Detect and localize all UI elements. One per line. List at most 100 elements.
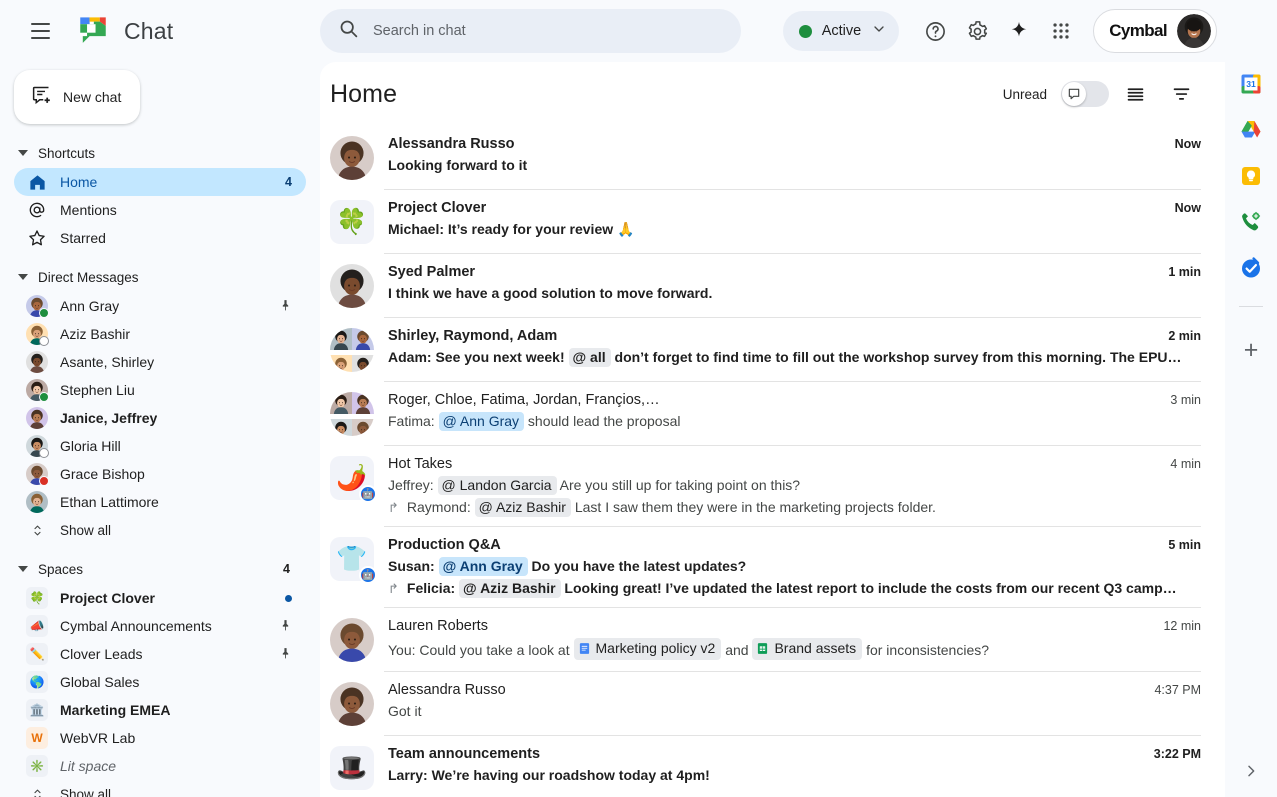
mention-chip[interactable]: @ Aziz Bashir [459, 579, 560, 598]
conversation-header: Hot Takes 4 min [388, 456, 1201, 472]
sidebar-dm-grace-bishop[interactable]: Grace Bishop [14, 460, 306, 488]
google-calendar-icon[interactable]: 31 [1239, 72, 1263, 96]
conversation-name: Project Clover [388, 200, 486, 216]
space-avatar-chili-icon: 🌶️🤖 [330, 456, 374, 500]
presence-dot-icon [39, 476, 49, 486]
add-app-button[interactable]: + [1234, 333, 1268, 367]
gemini-sparkle-icon[interactable] [999, 11, 1039, 51]
snippet-text: Felicia: [407, 580, 459, 596]
conversation-row[interactable]: 👕🤖 Production Q&A 5 min Susan: @ Ann Gra… [320, 527, 1225, 608]
chat-app-window: Chat New chat Shortcuts [0, 0, 1277, 797]
unread-toggle[interactable] [1061, 81, 1109, 107]
conversation-snippet: You: Could you take a look at Marketing … [388, 638, 1201, 660]
sidebar-dm-label: Janice, Jeffrey [60, 410, 157, 426]
google-voice-icon[interactable] [1239, 210, 1263, 234]
account-chip[interactable]: Cymbal [1093, 9, 1217, 53]
sidebar-space-webvr-lab[interactable]: W WebVR Lab [14, 724, 306, 752]
conversation-timestamp: Now [1175, 201, 1201, 215]
sidebar-space-label: Cymbal Announcements [60, 618, 212, 634]
rail-divider [1239, 306, 1263, 307]
direct-messages-group-header[interactable]: Direct Messages [0, 262, 320, 292]
google-tasks-icon[interactable] [1239, 256, 1263, 280]
search-input[interactable]: Search in chat [320, 9, 741, 53]
sidebar-space-cymbal-announcements[interactable]: 📣 Cymbal Announcements [14, 612, 306, 640]
sidebar-item-starred[interactable]: Starred [14, 224, 306, 252]
sidebar-space-project-clover[interactable]: 🍀 Project Clover [14, 584, 306, 612]
mention-chip[interactable]: @ Ann Gray [439, 412, 524, 431]
sidebar-dm-aziz-bashir[interactable]: Aziz Bashir [14, 320, 306, 348]
conversation-row[interactable]: Syed Palmer 1 min I think we have a good… [320, 254, 1225, 318]
apps-grid-icon[interactable] [1041, 11, 1081, 51]
conversation-list[interactable]: Alessandra Russo Now Looking forward to … [320, 126, 1225, 797]
conversation-row[interactable]: Alessandra Russo Now Looking forward to … [320, 126, 1225, 190]
document-chip[interactable]: Brand assets [752, 638, 862, 660]
conversation-header: Syed Palmer 1 min [388, 264, 1201, 280]
top-app-bar: Search in chat Active [320, 0, 1225, 62]
thread-reply-line[interactable]: ↰ Raymond: @ Aziz Bashir Last I saw them… [388, 498, 1201, 517]
shortcuts-group-header[interactable]: Shortcuts [0, 138, 320, 168]
presence-dot-icon [39, 392, 49, 402]
presence-dot-icon [39, 336, 49, 346]
conversation-body: Project Clover Now Michael: It’s ready f… [388, 200, 1201, 244]
sidebar-dm-janice-jeffrey[interactable]: Janice, Jeffrey [14, 404, 306, 432]
google-drive-icon[interactable] [1239, 118, 1263, 142]
avatar [26, 407, 48, 429]
space-avatar-icon: 🏛️ [26, 699, 48, 721]
account-brand-label: Cymbal [1109, 21, 1167, 41]
conversation-snippet: Jeffrey: @ Landon Garcia Are you still u… [388, 476, 1201, 495]
filter-icon[interactable] [1161, 74, 1201, 114]
snippet-text: Michael: It’s ready for your review 🙏 [388, 221, 634, 237]
conversation-row[interactable]: Roger, Chloe, Fatima, Jordan, Françios,…… [320, 382, 1225, 446]
chevron-right-icon[interactable] [1235, 755, 1267, 787]
document-chip[interactable]: Marketing policy v2 [574, 638, 722, 660]
navigation-scroll-area[interactable]: Shortcuts Home 4 Mentions [0, 124, 320, 797]
conversation-avatar [330, 682, 374, 726]
conversation-timestamp: 4 min [1170, 457, 1201, 471]
shortcuts-label: Shortcuts [38, 146, 95, 161]
bot-badge-icon: 🤖 [359, 485, 377, 503]
sidebar-dm-ann-gray[interactable]: Ann Gray [14, 292, 306, 320]
group-avatar [330, 392, 374, 436]
snippet-text: I think we have a good solution to move … [388, 285, 712, 301]
conversation-row[interactable]: 🎩 Team announcements 3:22 PM Larry: We’r… [320, 736, 1225, 797]
snippet-text: for inconsistencies? [862, 642, 989, 658]
sidebar-space-global-sales[interactable]: 🌎 Global Sales [14, 668, 306, 696]
hamburger-menu-icon[interactable] [18, 9, 62, 53]
sidebar-space-label: WebVR Lab [60, 730, 135, 746]
mention-chip[interactable]: @ Ann Gray [439, 557, 528, 576]
sidebar-dm-ethan-lattimore[interactable]: Ethan Lattimore [14, 488, 306, 516]
google-keep-icon[interactable] [1239, 164, 1263, 188]
sidebar-dm-stephen-liu[interactable]: Stephen Liu [14, 376, 306, 404]
conversation-row[interactable]: 🍀 Project Clover Now Michael: It’s ready… [320, 190, 1225, 254]
sidebar-item-mentions[interactable]: Mentions [14, 196, 306, 224]
snippet-text: You: Could you take a look at [388, 642, 574, 658]
sidebar-dm-asante-shirley[interactable]: Asante, Shirley [14, 348, 306, 376]
conversation-body: Team announcements 3:22 PM Larry: We’re … [388, 746, 1201, 790]
spaces-group-header[interactable]: Spaces 4 [0, 554, 320, 584]
list-density-icon[interactable] [1115, 74, 1155, 114]
space-avatar-icon: ✳️ [26, 755, 48, 777]
conversation-row[interactable]: Lauren Roberts 12 min You: Could you tak… [320, 608, 1225, 672]
help-icon[interactable] [915, 11, 955, 51]
conversation-row[interactable]: Shirley, Raymond, Adam 2 min Adam: See y… [320, 318, 1225, 382]
conversation-row[interactable]: Alessandra Russo 4:37 PM Got it [320, 672, 1225, 736]
spaces-show-all-button[interactable]: Show all [14, 780, 306, 797]
mention-chip[interactable]: @ all [569, 348, 611, 367]
sidebar-space-lit-space[interactable]: ✳️ Lit space [14, 752, 306, 780]
status-chip[interactable]: Active [783, 11, 900, 51]
mention-chip[interactable]: @ Landon Garcia [438, 476, 557, 495]
sidebar-space-marketing-emea[interactable]: 🏛️ Marketing EMEA [14, 696, 306, 724]
sidebar-dm-gloria-hill[interactable]: Gloria Hill [14, 432, 306, 460]
mention-chip[interactable]: @ Aziz Bashir [475, 498, 571, 517]
space-avatar-icon: ✏️ [26, 643, 48, 665]
conversation-row[interactable]: 🌶️🤖 Hot Takes 4 min Jeffrey: @ Landon Ga… [320, 446, 1225, 527]
sidebar-space-label: Global Sales [60, 674, 139, 690]
conversation-name: Production Q&A [388, 537, 501, 553]
sidebar-space-clover-leads[interactable]: ✏️ Clover Leads [14, 640, 306, 668]
status-dot-icon [799, 25, 812, 38]
thread-reply-line[interactable]: ↰ Felicia: @ Aziz Bashir Looking great! … [388, 579, 1201, 598]
settings-gear-icon[interactable] [957, 11, 997, 51]
dm-show-all-button[interactable]: Show all [14, 516, 306, 544]
new-chat-button[interactable]: New chat [14, 70, 140, 124]
sidebar-item-home[interactable]: Home 4 [14, 168, 306, 196]
